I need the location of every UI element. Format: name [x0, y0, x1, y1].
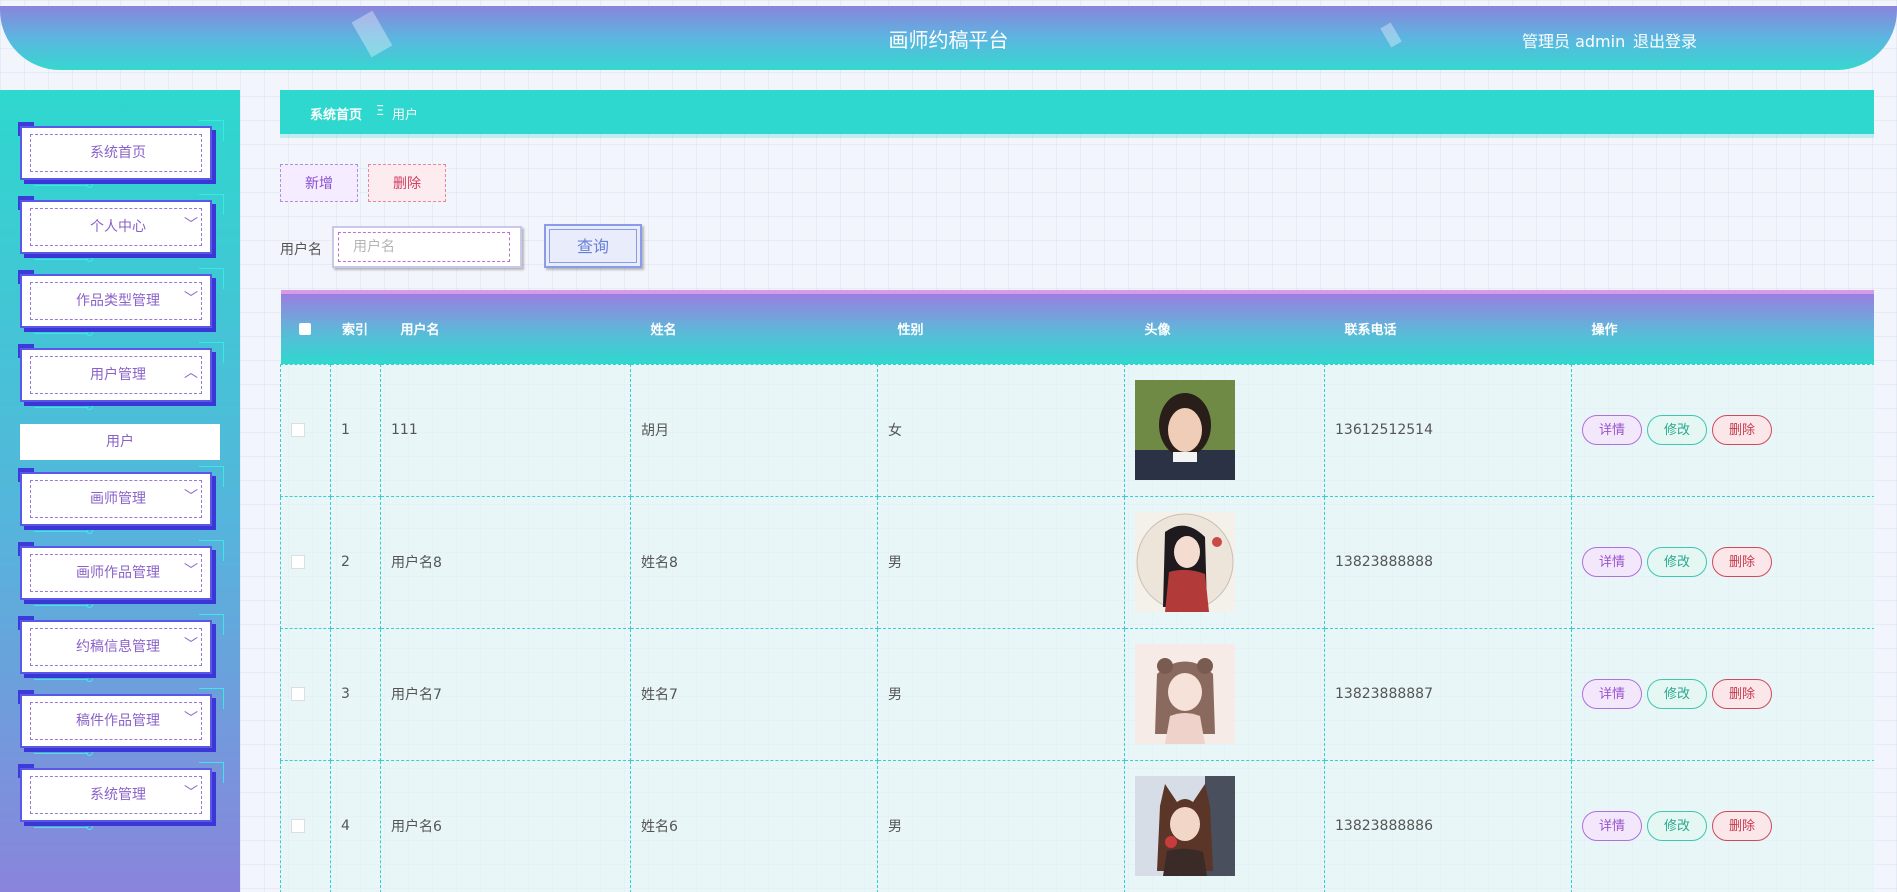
avatar-illustration-red-icon [1135, 512, 1235, 612]
cell-avatar [1124, 627, 1325, 761]
cell-phone: 13823888886 [1324, 759, 1572, 892]
sidebar-item-home[interactable]: 系统首页 [18, 120, 224, 188]
cell-actions: 详情 修改 删除 [1571, 759, 1874, 892]
header-index: 索引 [330, 290, 381, 364]
sidebar-item-system-management[interactable]: 系统管理 ﹀ [18, 762, 224, 830]
table-row: 2 用户名8 姓名8 男 13823888888 详情 修改 删除 [280, 495, 1874, 629]
user-table: 索引 用户名 姓名 性别 头像 联系电话 操作 1 111 胡月 女 13612… [280, 290, 1874, 892]
cell-index: 2 [330, 495, 381, 629]
cell-name: 姓名8 [630, 495, 878, 629]
edit-button[interactable]: 修改 [1647, 415, 1707, 445]
select-all-header[interactable] [280, 290, 331, 364]
cell-phone: 13823888887 [1324, 627, 1572, 761]
cell-phone: 13612512514 [1324, 363, 1572, 497]
cell-phone: 13823888888 [1324, 495, 1572, 629]
cell-index: 4 [330, 759, 381, 892]
logout-link[interactable]: 退出登录 [1633, 28, 1697, 52]
sidebar-subitem-user[interactable]: 用户 [20, 424, 220, 460]
header-gender: 性别 [877, 290, 1125, 364]
cell-index: 3 [330, 627, 381, 761]
query-button-label: 查询 [549, 229, 637, 263]
cell-gender: 男 [877, 495, 1125, 629]
cell-avatar [1124, 363, 1325, 497]
cell-gender: 男 [877, 759, 1125, 892]
cell-name: 姓名7 [630, 627, 878, 761]
sidebar-item-artist-works[interactable]: 画师作品管理 ﹀ [18, 540, 224, 608]
avatar-illustration-fox-icon [1135, 776, 1235, 876]
table-row: 3 用户名7 姓名7 男 13823888887 详情 修改 删除 [280, 627, 1874, 761]
top-header: 画师约稿平台 管理员 admin 退出登录 [0, 6, 1897, 70]
table-row: 1 111 胡月 女 13612512514 详情 修改 删除 [280, 363, 1874, 497]
cell-actions: 详情 修改 删除 [1571, 363, 1874, 497]
chevron-down-icon: ﹀ [184, 711, 198, 727]
detail-button[interactable]: 详情 [1582, 811, 1642, 841]
table-header-row: 索引 用户名 姓名 性别 头像 联系电话 操作 [280, 290, 1874, 364]
header-username: 用户名 [380, 290, 631, 364]
delete-button[interactable]: 删除 [368, 164, 446, 202]
detail-button[interactable]: 详情 [1582, 415, 1642, 445]
detail-button[interactable]: 详情 [1582, 547, 1642, 577]
cell-gender: 女 [877, 363, 1125, 497]
chevron-down-icon: ﹀ [184, 291, 198, 307]
chevron-down-icon: ﹀ [184, 637, 198, 653]
row-delete-button[interactable]: 删除 [1712, 415, 1772, 445]
admin-user-label: 管理员 admin [1522, 32, 1626, 51]
sidebar-item-label: 系统首页 [90, 145, 146, 161]
cell-index: 1 [330, 363, 381, 497]
search-input-wrapper [332, 226, 522, 268]
header-actions: 操作 [1571, 290, 1874, 364]
header-name: 姓名 [630, 290, 878, 364]
chevron-down-icon: ﹀ [184, 217, 198, 233]
avatar-illustration-pastel-icon [1135, 644, 1235, 744]
cell-username: 用户名7 [380, 627, 631, 761]
row-delete-button[interactable]: 删除 [1712, 679, 1772, 709]
row-checkbox[interactable] [291, 555, 305, 569]
chevron-down-icon: ﹀ [184, 489, 198, 505]
edit-button[interactable]: 修改 [1647, 547, 1707, 577]
row-delete-button[interactable]: 删除 [1712, 547, 1772, 577]
chevron-down-icon: ﹀ [184, 785, 198, 801]
breadcrumb-separator-icon: Ξ [376, 104, 385, 119]
username-search-input[interactable] [338, 232, 510, 262]
table-row: 4 用户名6 姓名6 男 13823888886 详情 修改 删除 [280, 759, 1874, 892]
breadcrumb-current: 用户 [392, 108, 419, 123]
query-button[interactable]: 查询 [544, 224, 642, 268]
breadcrumb-home[interactable]: 系统首页 [310, 104, 362, 123]
sidebar-item-manuscript-works[interactable]: 稿件作品管理 ﹀ [18, 688, 224, 756]
cell-name: 胡月 [630, 363, 878, 497]
sidebar-item-work-type[interactable]: 作品类型管理 ﹀ [18, 268, 224, 336]
search-label: 用户名 [280, 242, 322, 258]
row-delete-button[interactable]: 删除 [1712, 811, 1772, 841]
row-checkbox[interactable] [291, 423, 305, 437]
edit-button[interactable]: 修改 [1647, 811, 1707, 841]
breadcrumb: 系统首页 Ξ 用户 [280, 90, 1874, 134]
avatar-photo-girl-icon [1135, 380, 1235, 480]
chevron-up-icon: ︿ [184, 365, 198, 381]
sidebar-item-commission-info[interactable]: 约稿信息管理 ﹀ [18, 614, 224, 682]
cell-avatar [1124, 759, 1325, 892]
sidebar: 系统首页 个人中心 ﹀ 作品类型管理 ﹀ 用户管理 ︿ 用户 画师管理 ﹀ 画师… [0, 90, 240, 892]
cell-gender: 男 [877, 627, 1125, 761]
header-phone: 联系电话 [1324, 290, 1572, 364]
sidebar-item-personal-center[interactable]: 个人中心 ﹀ [18, 194, 224, 262]
row-checkbox[interactable] [291, 687, 305, 701]
sidebar-item-artist-management[interactable]: 画师管理 ﹀ [18, 466, 224, 534]
header-avatar: 头像 [1124, 290, 1325, 364]
detail-button[interactable]: 详情 [1582, 679, 1642, 709]
chevron-down-icon: ﹀ [184, 563, 198, 579]
sidebar-item-user-management[interactable]: 用户管理 ︿ [18, 342, 224, 410]
cell-actions: 详情 修改 删除 [1571, 495, 1874, 629]
row-checkbox[interactable] [291, 819, 305, 833]
cell-username: 用户名6 [380, 759, 631, 892]
select-all-checkbox[interactable] [299, 322, 311, 335]
cell-username: 111 [380, 363, 631, 497]
cell-actions: 详情 修改 删除 [1571, 627, 1874, 761]
edit-button[interactable]: 修改 [1647, 679, 1707, 709]
cell-username: 用户名8 [380, 495, 631, 629]
cell-name: 姓名6 [630, 759, 878, 892]
add-button[interactable]: 新增 [280, 164, 358, 202]
cell-avatar [1124, 495, 1325, 629]
